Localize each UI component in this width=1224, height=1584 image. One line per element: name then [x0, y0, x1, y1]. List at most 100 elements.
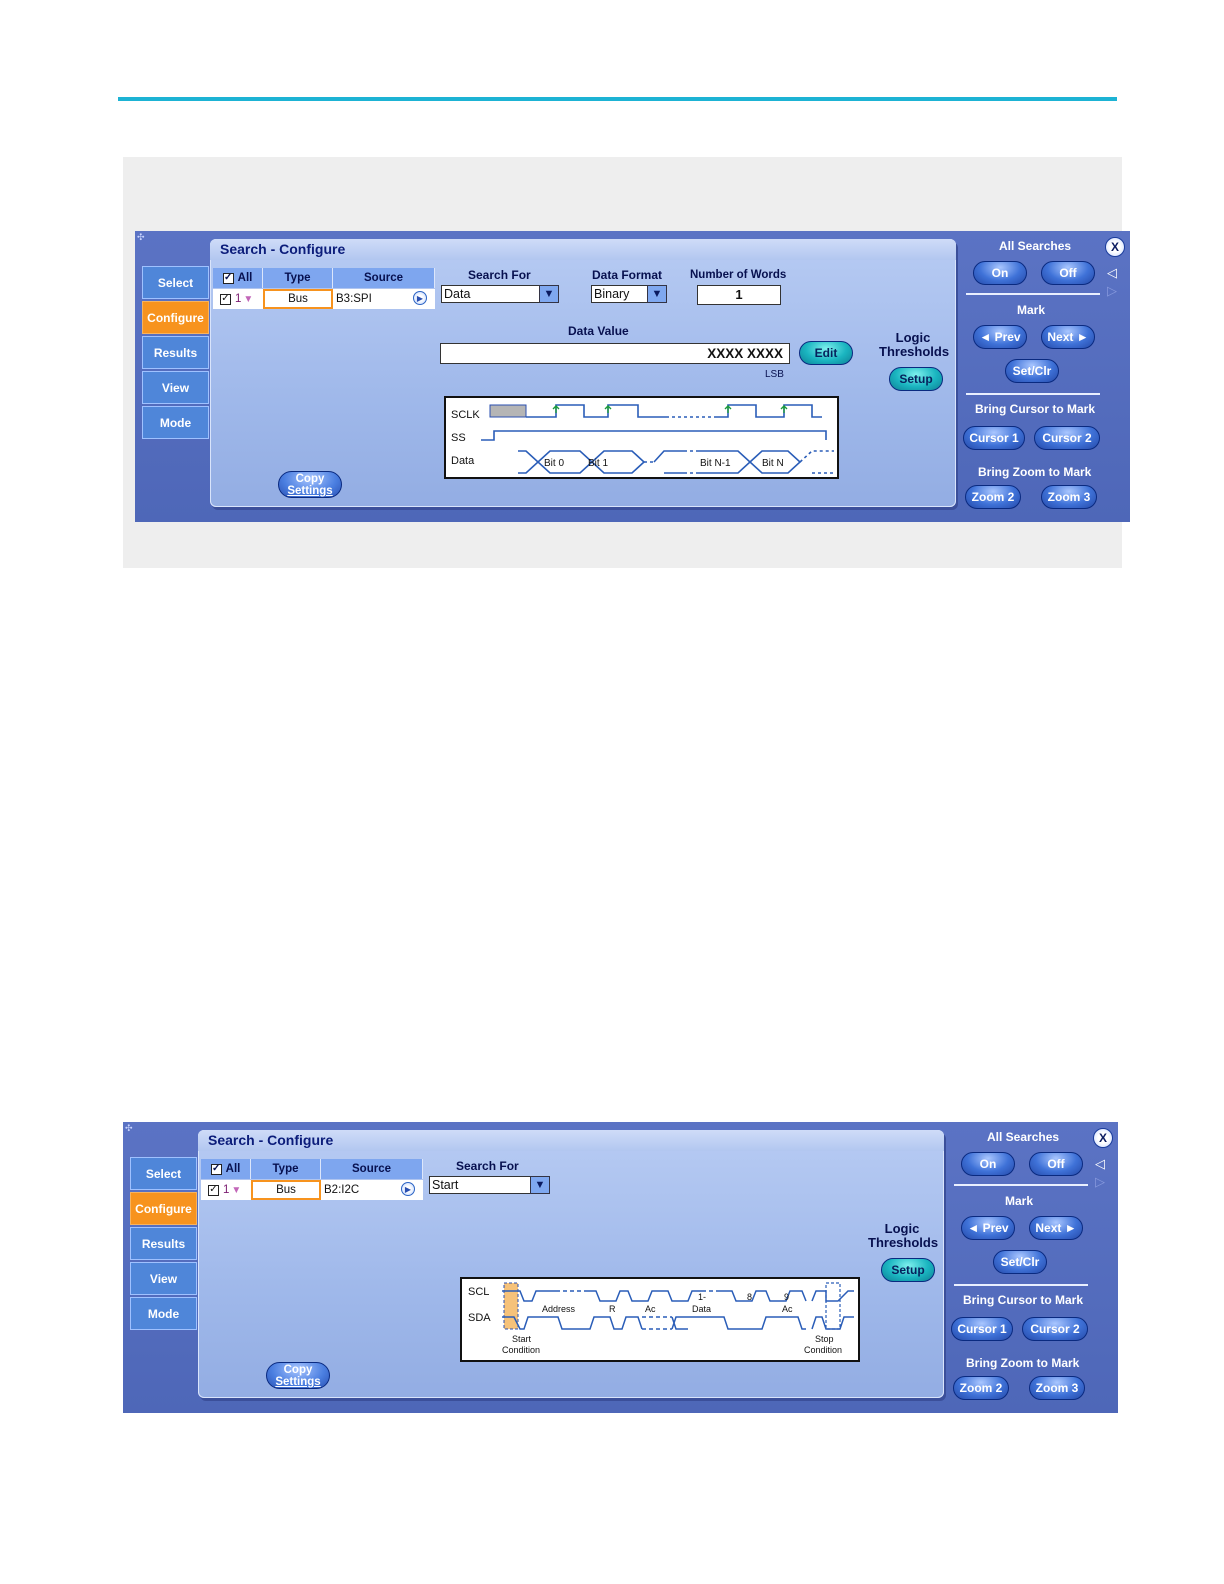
- divider: [954, 1184, 1088, 1186]
- source-value: B2:I2C: [324, 1184, 360, 1196]
- type-field[interactable]: Bus: [263, 289, 333, 309]
- read-bit-label: R: [609, 1304, 616, 1314]
- tab-view[interactable]: View: [130, 1262, 197, 1295]
- searches-off-button[interactable]: Off: [1029, 1152, 1083, 1176]
- tab-configure[interactable]: Configure: [142, 301, 209, 334]
- collapse-left-icon[interactable]: ◁: [1107, 265, 1117, 281]
- all-header[interactable]: ✓ All: [201, 1159, 251, 1179]
- next-mark-button[interactable]: Next ►: [1041, 325, 1095, 349]
- data-waveform: [518, 450, 834, 474]
- resize-grip-icon[interactable]: ✣: [125, 1123, 133, 1134]
- collapse-left-icon[interactable]: ◁: [1095, 1156, 1105, 1172]
- sclk-waveform: [526, 404, 666, 418]
- bit-9-marker: 9: [784, 1292, 789, 1302]
- resize-grip-icon[interactable]: ✣: [137, 232, 145, 243]
- all-label: All: [225, 1163, 241, 1175]
- sclk-idle-block: [489, 404, 527, 418]
- prev-mark-button[interactable]: ◄ Prev: [973, 325, 1027, 349]
- searches-off-button[interactable]: Off: [1041, 261, 1095, 285]
- all-checkbox[interactable]: ✓: [222, 272, 234, 284]
- start-condition-label: Condition: [502, 1345, 540, 1355]
- expand-right-icon[interactable]: ▷: [1095, 1174, 1105, 1190]
- expand-right-icon[interactable]: ▷: [1107, 283, 1117, 299]
- zoom-3-button[interactable]: Zoom 3: [1029, 1376, 1085, 1400]
- logic-thresholds-label: Logic Thresholds: [868, 1221, 938, 1250]
- prev-mark-button[interactable]: ◄ Prev: [961, 1216, 1015, 1240]
- search-for-label: Search For: [456, 1159, 519, 1173]
- cursor-1-button[interactable]: Cursor 1: [963, 426, 1025, 450]
- ss-label: SS: [451, 432, 466, 444]
- source-select-icon[interactable]: ▶: [401, 1182, 415, 1196]
- data-format-label: Data Format: [592, 268, 663, 282]
- row-select[interactable]: ✓ 1 ▼: [201, 1180, 251, 1200]
- tab-results[interactable]: Results: [130, 1227, 197, 1260]
- set-clear-mark-button[interactable]: Set/Clr: [1005, 359, 1059, 383]
- cursor-2-button[interactable]: Cursor 2: [1034, 426, 1100, 450]
- chevron-down-icon[interactable]: ▼: [530, 1176, 550, 1194]
- setup-button[interactable]: Setup: [889, 367, 943, 391]
- cursor-2-button[interactable]: Cursor 2: [1022, 1317, 1088, 1341]
- bring-zoom-label: Bring Zoom to Mark: [966, 1356, 1080, 1370]
- edit-button[interactable]: Edit: [799, 341, 853, 365]
- zoom-2-button[interactable]: Zoom 2: [953, 1376, 1009, 1400]
- sda-label: SDA: [468, 1312, 491, 1324]
- side-tabs: Select Configure Results View Mode: [142, 266, 209, 441]
- row-select[interactable]: ✓ 1 ▼: [213, 289, 263, 309]
- side-tabs: Select Configure Results View Mode: [130, 1157, 197, 1332]
- all-header[interactable]: ✓ All: [213, 268, 263, 288]
- source-field[interactable]: B3:SPI ▶: [333, 289, 435, 309]
- search-for-select[interactable]: Data ▼: [441, 285, 559, 303]
- row-index: 1: [235, 293, 242, 305]
- divider: [966, 293, 1100, 295]
- dropdown-triangle-icon[interactable]: ▼: [243, 294, 253, 305]
- data-value-field[interactable]: XXXX XXXX: [440, 343, 790, 364]
- tab-mode[interactable]: Mode: [130, 1297, 197, 1330]
- type-field[interactable]: Bus: [251, 1180, 321, 1200]
- logic-label: Logic: [895, 330, 931, 345]
- bit-8-marker: 8: [747, 1292, 752, 1302]
- close-icon[interactable]: X: [1093, 1128, 1113, 1148]
- stop-condition-label: Condition: [804, 1345, 842, 1355]
- lsb-label: LSB: [765, 369, 784, 380]
- source-header: Source: [321, 1159, 423, 1179]
- close-icon[interactable]: X: [1105, 237, 1125, 257]
- tab-configure[interactable]: Configure: [130, 1192, 197, 1225]
- data-label: Data: [451, 455, 475, 467]
- tab-results[interactable]: Results: [142, 336, 209, 369]
- copy-settings-button[interactable]: Copy Settings: [266, 1362, 330, 1389]
- tab-select[interactable]: Select: [130, 1157, 197, 1190]
- tab-select[interactable]: Select: [142, 266, 209, 299]
- all-searches-label: All Searches: [987, 1130, 1060, 1144]
- data-format-select[interactable]: Binary ▼: [591, 285, 667, 303]
- searches-on-button[interactable]: On: [973, 261, 1027, 285]
- tab-view[interactable]: View: [142, 371, 209, 404]
- number-of-words-label: Number of Words: [690, 269, 787, 281]
- searches-on-button[interactable]: On: [961, 1152, 1015, 1176]
- dropdown-triangle-icon[interactable]: ▼: [231, 1185, 241, 1196]
- source-select-icon[interactable]: ▶: [413, 291, 427, 305]
- sclk-label: SCLK: [451, 409, 480, 421]
- row-checkbox[interactable]: ✓: [220, 293, 231, 305]
- bit-0-label: Bit 0: [544, 458, 564, 469]
- sclk-edge-markers: [552, 405, 788, 413]
- type-header: Type: [263, 268, 333, 288]
- all-checkbox[interactable]: ✓: [210, 1163, 222, 1175]
- tab-mode[interactable]: Mode: [142, 406, 209, 439]
- setup-button[interactable]: Setup: [881, 1258, 935, 1282]
- zoom-2-button[interactable]: Zoom 2: [965, 485, 1021, 509]
- copy-settings-button[interactable]: Copy Settings: [278, 471, 342, 498]
- logic-thresholds-label: Logic Thresholds: [879, 330, 949, 359]
- search-for-select[interactable]: Start ▼: [429, 1176, 550, 1194]
- chevron-down-icon[interactable]: ▼: [539, 285, 559, 303]
- row-checkbox[interactable]: ✓: [208, 1184, 219, 1196]
- chevron-down-icon[interactable]: ▼: [647, 285, 667, 303]
- source-value: B3:SPI: [336, 293, 372, 305]
- logic-label: Logic: [884, 1221, 920, 1236]
- next-mark-button[interactable]: Next ►: [1029, 1216, 1083, 1240]
- cursor-1-button[interactable]: Cursor 1: [951, 1317, 1013, 1341]
- set-clear-mark-button[interactable]: Set/Clr: [993, 1250, 1047, 1274]
- stop-label: Stop: [815, 1334, 834, 1344]
- number-of-words-field[interactable]: 1: [697, 285, 781, 305]
- source-field[interactable]: B2:I2C ▶: [321, 1180, 423, 1200]
- zoom-3-button[interactable]: Zoom 3: [1041, 485, 1097, 509]
